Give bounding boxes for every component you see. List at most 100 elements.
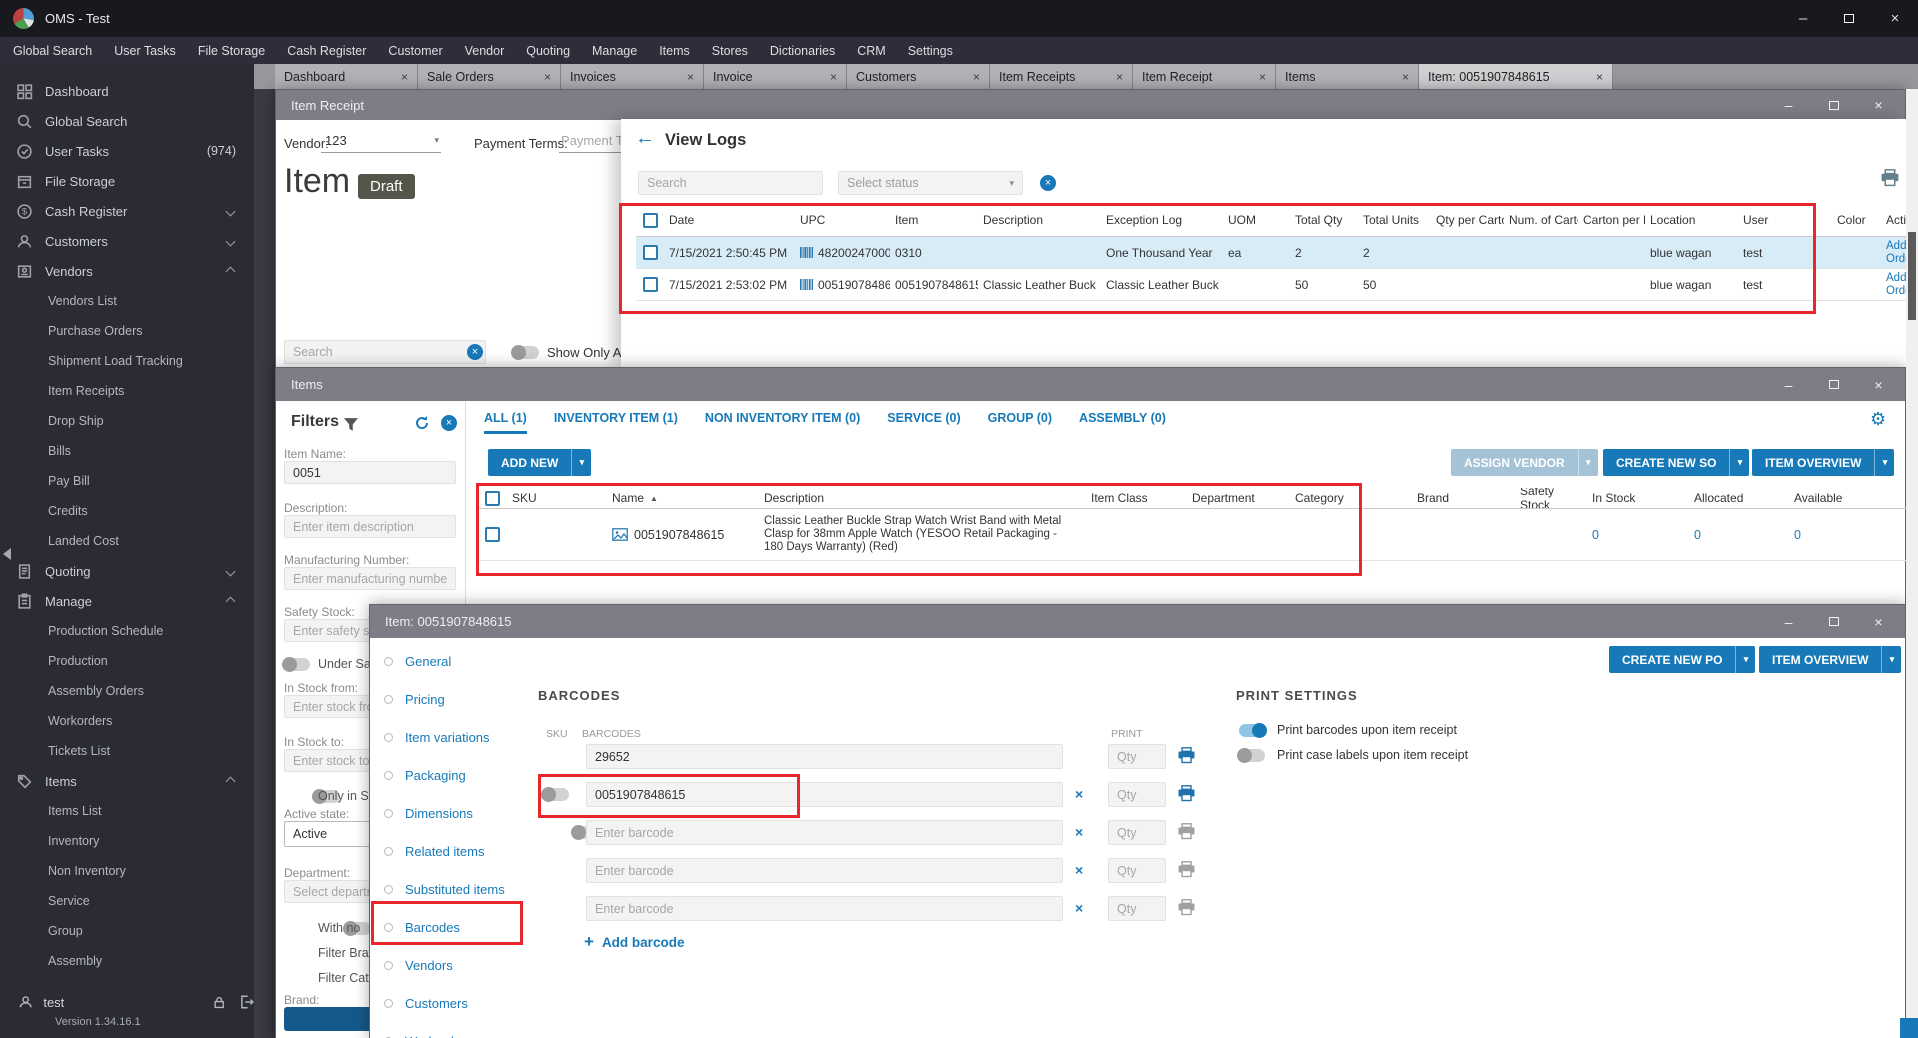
select-all-checkbox[interactable] xyxy=(642,213,658,228)
qty-input[interactable] xyxy=(1108,820,1166,845)
qty-input[interactable] xyxy=(1108,858,1166,883)
sidebar-item-user-tasks[interactable]: User Tasks (974) xyxy=(0,136,254,166)
row-checkbox[interactable] xyxy=(642,245,658,260)
print-case-labels-toggle[interactable] xyxy=(1237,747,1265,763)
create-new-po-button[interactable]: CREATE NEW PO ▾ xyxy=(1609,646,1756,673)
item-overview-dropdown[interactable]: ▾ xyxy=(1874,449,1894,476)
create-new-so-dropdown[interactable]: ▾ xyxy=(1729,449,1749,476)
remove-barcode-icon[interactable]: × xyxy=(1075,900,1083,916)
vendor-select[interactable]: 123 ▾ xyxy=(321,129,441,153)
cell-available[interactable]: 0 xyxy=(1788,509,1907,560)
tab-non-inventory-item[interactable]: NON INVENTORY ITEM (0) xyxy=(705,411,860,434)
sidebar-item-item-receipts[interactable]: Item Receipts xyxy=(0,376,254,406)
sidebar-item-tickets-list[interactable]: Tickets List xyxy=(0,736,254,766)
clear-search-icon[interactable]: × xyxy=(467,344,483,360)
tab-assembly[interactable]: ASSEMBLY (0) xyxy=(1079,411,1166,434)
close-button[interactable]: × xyxy=(1856,368,1901,401)
col-name[interactable]: Name ▲ xyxy=(606,488,758,508)
restore-button[interactable] xyxy=(1811,90,1856,120)
sidebar-item-service[interactable]: Service xyxy=(0,886,254,916)
barcode-default-toggle[interactable] xyxy=(541,787,569,802)
refresh-icon[interactable] xyxy=(414,415,430,431)
clear-status-icon[interactable]: × xyxy=(1040,175,1056,191)
sku-input[interactable] xyxy=(586,744,1063,769)
menu-file-storage[interactable]: File Storage xyxy=(187,37,276,64)
nav-substituted-items[interactable]: Substituted items xyxy=(370,878,527,900)
close-button[interactable]: × xyxy=(1872,0,1918,37)
add-new-dropdown[interactable]: ▾ xyxy=(571,449,591,476)
cell-in-stock[interactable]: 0 xyxy=(1586,509,1688,560)
item-name-input[interactable] xyxy=(284,461,456,484)
sidebar-item-vendors-list[interactable]: Vendors List xyxy=(0,286,254,316)
logout-icon[interactable] xyxy=(239,994,254,1010)
tab-dashboard[interactable]: Dashboard × xyxy=(275,64,418,89)
print-barcode-icon[interactable] xyxy=(1177,861,1196,883)
qty-input[interactable] xyxy=(1108,744,1166,769)
under-safety-toggle[interactable] xyxy=(282,657,310,672)
cell-actions[interactable]: Add Orde... xyxy=(1884,237,1906,268)
row-checkbox[interactable] xyxy=(484,527,500,542)
items-table-row[interactable]: 0051907848615 Classic Leather Buckle Str… xyxy=(478,509,1907,561)
tab-invoice[interactable]: Invoice × xyxy=(704,64,847,89)
nav-customers[interactable]: Customers xyxy=(370,992,527,1014)
sidebar-item-file-storage[interactable]: File Storage xyxy=(0,166,254,196)
menu-user-tasks[interactable]: User Tasks xyxy=(103,37,187,64)
back-arrow-icon[interactable]: ← xyxy=(635,127,655,150)
tab-close-icon[interactable]: × xyxy=(1116,70,1123,84)
lock-icon[interactable] xyxy=(212,995,226,1010)
log-row-2[interactable]: 7/15/2021 2:53:02 PM 005190784861 005190… xyxy=(636,269,1906,301)
sidebar-item-vendors[interactable]: Vendors xyxy=(0,256,254,286)
tab-close-icon[interactable]: × xyxy=(1259,70,1266,84)
menu-customer[interactable]: Customer xyxy=(377,37,453,64)
cell-allocated[interactable]: 0 xyxy=(1688,509,1788,560)
menu-stores[interactable]: Stores xyxy=(701,37,759,64)
qty-input[interactable] xyxy=(1108,896,1166,921)
sidebar-item-assembly-orders[interactable]: Assembly Orders xyxy=(0,676,254,706)
sidebar-item-group[interactable]: Group xyxy=(0,916,254,946)
item-overview-dropdown[interactable]: ▾ xyxy=(1881,646,1901,673)
assign-vendor-dropdown[interactable]: ▾ xyxy=(1577,449,1598,476)
sidebar-item-cash-register[interactable]: $ Cash Register xyxy=(0,196,254,226)
print-barcodes-toggle[interactable] xyxy=(1239,722,1267,738)
cell-actions[interactable]: Add Orde... xyxy=(1884,269,1906,300)
minimize-button[interactable]: – xyxy=(1780,0,1826,37)
item-overview-button[interactable]: ITEM OVERVIEW ▾ xyxy=(1759,646,1902,673)
close-button[interactable]: × xyxy=(1856,605,1901,638)
sidebar-item-production-schedule[interactable]: Production Schedule xyxy=(0,616,254,646)
sidebar-item-landed-cost[interactable]: Landed Cost xyxy=(0,526,254,556)
tab-sale-orders[interactable]: Sale Orders × xyxy=(418,64,561,89)
gear-icon[interactable]: ⚙ xyxy=(1870,409,1886,430)
sidebar-item-bills[interactable]: Bills xyxy=(0,436,254,466)
nav-vendors[interactable]: Vendors xyxy=(370,954,527,976)
sidebar-item-drop-ship[interactable]: Drop Ship xyxy=(0,406,254,436)
nav-related-items[interactable]: Related items xyxy=(370,840,527,862)
sidebar-item-production[interactable]: Production xyxy=(0,646,254,676)
scroll-corner-button[interactable] xyxy=(1900,1018,1918,1038)
minimize-button[interactable]: – xyxy=(1766,368,1811,401)
nav-item-variations[interactable]: Item variations xyxy=(370,726,527,748)
nav-packaging[interactable]: Packaging xyxy=(370,764,527,786)
tab-close-icon[interactable]: × xyxy=(401,70,408,84)
remove-barcode-icon[interactable]: × xyxy=(1075,786,1083,802)
search-input[interactable] xyxy=(284,340,486,364)
remove-barcode-icon[interactable]: × xyxy=(1075,862,1083,878)
sidebar-item-non-inventory[interactable]: Non Inventory xyxy=(0,856,254,886)
menu-manage[interactable]: Manage xyxy=(581,37,648,64)
add-barcode-link[interactable]: + Add barcode xyxy=(584,932,684,952)
create-new-so-button[interactable]: CREATE NEW SO ▾ xyxy=(1603,449,1750,476)
tab-inventory-item[interactable]: INVENTORY ITEM (1) xyxy=(554,411,678,434)
sidebar-item-dashboard[interactable]: Dashboard xyxy=(0,76,254,106)
tab-all[interactable]: ALL (1) xyxy=(484,411,527,434)
sidebar-item-assembly[interactable]: Assembly xyxy=(0,946,254,976)
select-all-checkbox[interactable] xyxy=(484,490,500,506)
sidebar-item-inventory[interactable]: Inventory xyxy=(0,826,254,856)
tab-customers[interactable]: Customers × xyxy=(847,64,990,89)
clear-filters-icon[interactable]: × xyxy=(441,415,457,431)
nav-general[interactable]: General xyxy=(370,650,527,672)
status-filter-select[interactable]: Select status ▾ xyxy=(838,171,1023,195)
manufacturing-number-input[interactable] xyxy=(284,567,456,590)
menu-quoting[interactable]: Quoting xyxy=(515,37,581,64)
nav-barcodes[interactable]: Barcodes xyxy=(370,916,527,938)
scrollbar-thumb[interactable] xyxy=(1908,232,1916,320)
tab-close-icon[interactable]: × xyxy=(544,70,551,84)
